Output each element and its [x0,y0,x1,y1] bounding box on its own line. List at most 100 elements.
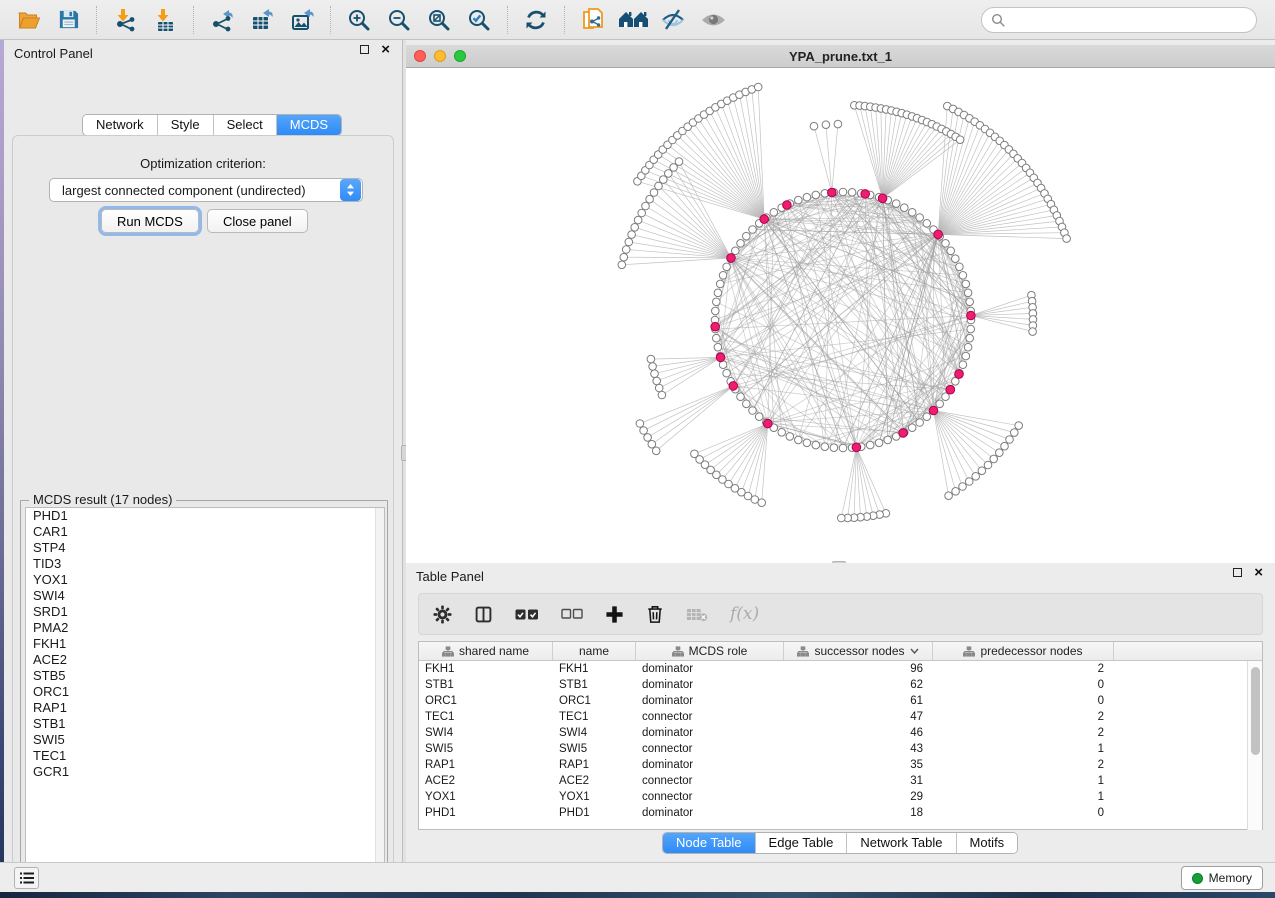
network-dominator-node[interactable] [764,419,773,428]
network-dominator-node[interactable] [727,254,736,263]
network-node[interactable] [959,272,967,280]
tab-network[interactable]: Network [83,115,157,135]
network-node[interactable] [875,439,883,447]
network-node[interactable] [942,393,950,401]
network-dominator-node[interactable] [711,322,720,331]
network-node[interactable] [967,325,975,333]
network-edge[interactable] [659,186,732,258]
network-node[interactable] [942,240,950,248]
tab-mcds[interactable]: MCDS [276,115,341,135]
export-network-button[interactable] [205,4,239,36]
table-row[interactable]: TEC1TEC1connector472 [419,709,1262,725]
network-node[interactable] [839,188,847,196]
network-node[interactable] [908,209,916,217]
network-satellite-node[interactable] [1015,422,1023,430]
search-input[interactable] [1006,13,1256,28]
network-edge[interactable] [662,357,721,395]
network-node[interactable] [770,209,778,217]
network-dominator-node[interactable] [946,385,955,394]
network-node[interactable] [962,280,970,288]
network-node[interactable] [812,441,820,449]
network-edge[interactable] [861,374,959,447]
network-node[interactable] [723,263,731,271]
network-satellite-node[interactable] [838,514,846,522]
network-satellite-node[interactable] [822,121,830,129]
network-node[interactable] [778,429,786,437]
optimization-criterion-dropdown[interactable]: largest connected component (undirected) [49,178,363,202]
network-satellite-node[interactable] [1011,429,1019,437]
network-node[interactable] [964,343,972,351]
mcds-result-item[interactable]: PMA2 [26,620,384,636]
network-dominator-node[interactable] [899,429,908,438]
network-edge[interactable] [672,140,764,219]
network-edge[interactable] [856,365,963,448]
network-edge[interactable] [883,118,917,198]
table-scrollbar-thumb[interactable] [1251,667,1260,755]
network-node[interactable] [916,214,924,222]
network-edge[interactable] [635,227,731,258]
network-node[interactable] [716,280,724,288]
tab-network-table[interactable]: Network Table [846,833,955,853]
network-dominator-node[interactable] [934,230,943,239]
close-panel-button[interactable]: Close panel [207,209,308,233]
mcds-result-item[interactable]: CAR1 [26,524,384,540]
network-edge[interactable] [624,257,731,258]
search-box[interactable] [981,7,1257,33]
export-table-button[interactable] [245,4,279,36]
select-all-checkboxes-icon[interactable] [515,608,539,621]
table-row[interactable]: FKH1FKH1dominator962 [419,661,1262,677]
network-node[interactable] [959,361,967,369]
mcds-result-item[interactable]: STP4 [26,540,384,556]
network-satellite-node[interactable] [646,195,654,203]
network-satellite-node[interactable] [649,363,657,371]
table-row[interactable]: YOX1YOX1connector291 [419,789,1262,805]
network-edge[interactable] [856,447,867,516]
network-edge[interactable] [735,424,768,489]
mcds-result-item[interactable]: STB1 [26,716,384,732]
table-row[interactable]: SWI5SWI5connector431 [419,741,1262,757]
mcds-result-item[interactable]: SWI4 [26,588,384,604]
network-node[interactable] [908,424,916,432]
open-file-button[interactable] [11,4,45,36]
network-node[interactable] [962,352,970,360]
network-node[interactable] [866,441,874,449]
network-satellite-node[interactable] [618,261,626,269]
network-node[interactable] [749,226,757,234]
network-edge[interactable] [934,411,1005,447]
show-all-button[interactable] [696,4,730,36]
network-dominator-node[interactable] [955,370,964,379]
first-neighbors-button[interactable] [616,4,650,36]
network-edge[interactable] [682,131,764,219]
mcds-result-item[interactable]: SRD1 [26,604,384,620]
network-edge[interactable] [622,258,731,265]
network-dominator-node[interactable] [828,188,837,197]
mcds-result-item[interactable]: PHD1 [26,508,384,524]
network-node[interactable] [848,189,856,197]
network-node[interactable] [723,369,731,377]
table-row[interactable]: SWI4SWI4dominator462 [419,725,1262,741]
network-satellite-node[interactable] [754,83,762,91]
network-satellite-node[interactable] [1063,235,1071,243]
network-edge[interactable] [883,134,951,198]
network-node[interactable] [966,334,974,342]
mcds-result-item[interactable]: SWI5 [26,732,384,748]
add-column-icon[interactable] [605,605,624,624]
network-node[interactable] [839,444,847,452]
network-node[interactable] [712,307,720,315]
tab-style[interactable]: Style [157,115,213,135]
network-file-button[interactable] [576,4,610,36]
network-edge[interactable] [971,295,1032,315]
network-edge[interactable] [938,158,1018,234]
network-satellite-node[interactable] [959,483,967,491]
network-node[interactable] [812,191,820,199]
zoom-selected-button[interactable] [462,4,496,36]
mcds-result-item[interactable]: ORC1 [26,684,384,700]
table-row[interactable]: ACE2ACE2connector311 [419,773,1262,789]
network-edge[interactable] [646,206,732,258]
tab-edge-table[interactable]: Edge Table [755,833,847,853]
result-list-scrollbar[interactable] [375,508,384,868]
network-edge[interactable] [856,447,873,515]
import-table-button[interactable] [148,4,182,36]
network-satellite-node[interactable] [990,455,998,463]
network-node[interactable] [737,240,745,248]
